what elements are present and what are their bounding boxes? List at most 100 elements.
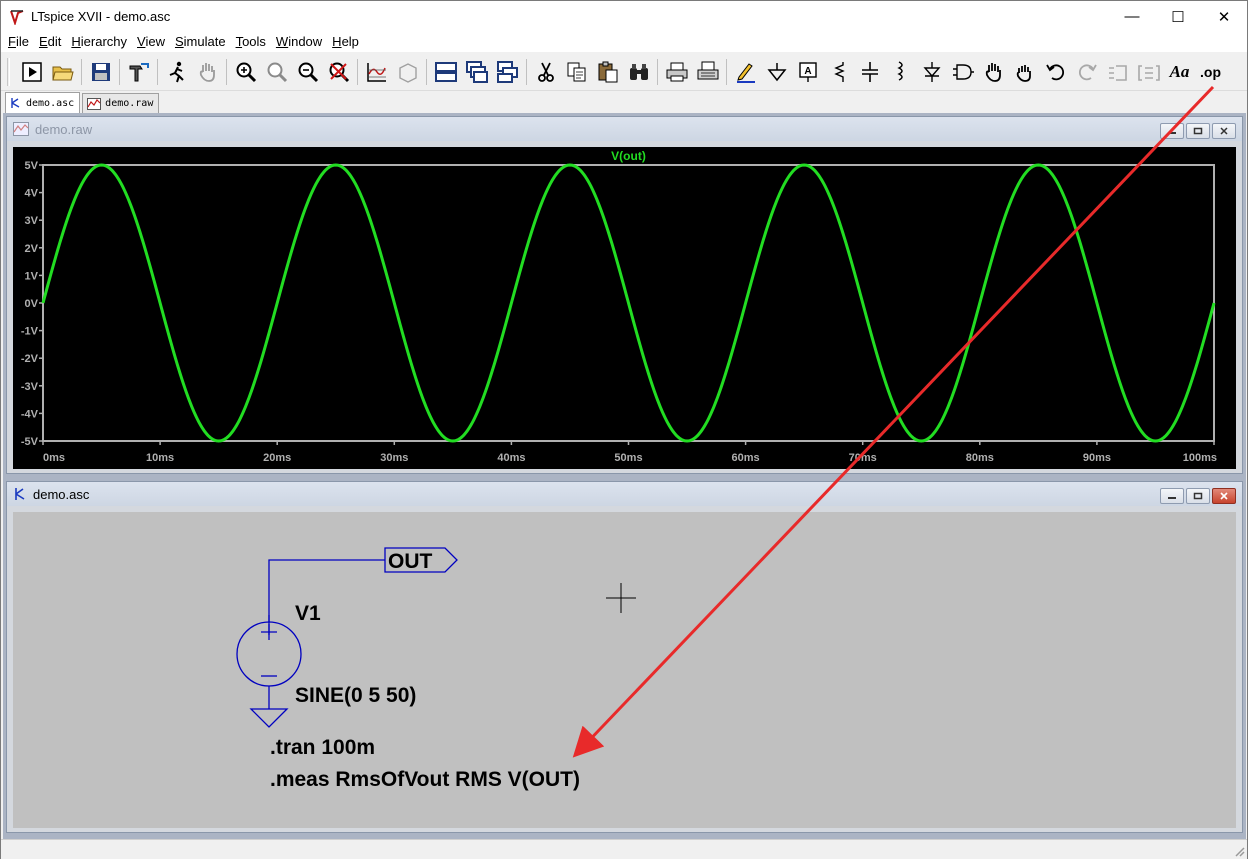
schematic-window-titlebar[interactable]: demo.asc (7, 482, 1242, 506)
ltspice-app: LTspice XVII - demo.asc — ☐ ✕ File Edit … (0, 0, 1248, 859)
toolbar-grip[interactable] (7, 57, 10, 86)
zoom-out-button[interactable] (292, 57, 323, 87)
schematic-drawing: OUT V1 SINE(0 5 50) .tran 100m .meas Rms… (236, 547, 636, 791)
toolbar: A Aa .op (1, 53, 1247, 91)
tab-demo-asc[interactable]: demo.asc (5, 92, 81, 113)
resistor-button[interactable] (823, 57, 854, 87)
x-tick-label: 30ms (380, 452, 408, 464)
zoom-out-icon (298, 62, 318, 82)
pan-button[interactable] (192, 57, 223, 87)
net-label-out[interactable]: OUT (388, 550, 433, 573)
drag-button[interactable] (1009, 57, 1040, 87)
draw-wire-button[interactable] (730, 57, 761, 87)
x-tick-label: 10ms (146, 452, 174, 464)
y-tick-label: 0V (25, 298, 39, 310)
menu-tools-rest: ools (242, 34, 266, 49)
x-tick-label: 40ms (497, 452, 525, 464)
schematic-minimize-button[interactable] (1160, 488, 1184, 504)
source-name-v1[interactable]: V1 (295, 602, 321, 625)
tab-demo-raw[interactable]: demo.raw (82, 93, 160, 113)
print-button[interactable] (692, 57, 723, 87)
waveform-icon (87, 97, 102, 110)
zoom-cancel-button[interactable] (323, 57, 354, 87)
wire[interactable] (268, 559, 385, 635)
plus-sign (261, 624, 277, 640)
tile-vertical-button[interactable] (492, 57, 523, 87)
trace-vout (41, 163, 1216, 443)
diode-button[interactable] (916, 57, 947, 87)
x-tick-label: 50ms (614, 452, 642, 464)
move-button[interactable] (978, 57, 1009, 87)
zoom-fit-button[interactable] (261, 57, 292, 87)
schematic-icon (11, 98, 20, 108)
control-panel-button[interactable] (123, 57, 154, 87)
maximize-button[interactable]: ☐ (1155, 1, 1201, 32)
toolbar-separator (726, 58, 727, 85)
text-button[interactable]: Aa (1164, 57, 1195, 87)
waveform-window-icon (13, 122, 29, 136)
menu-edit-rest: dit (47, 34, 62, 49)
paste-button[interactable] (592, 57, 623, 87)
waveform-window-titlebar[interactable]: demo.raw (7, 117, 1242, 141)
waveform-plot[interactable]: V(out) 5V 4V 3V 2V 1V 0V -1V -2V -3V -4V -5V 0ms 10ms… (13, 147, 1236, 469)
menu-simulate-rest: imulate (183, 34, 226, 49)
zoom-in-button[interactable] (230, 57, 261, 87)
run-button[interactable] (16, 57, 47, 87)
toolbar-separator (357, 58, 358, 85)
resize-grip-icon[interactable] (1233, 845, 1245, 857)
ground-symbol[interactable] (249, 708, 289, 728)
menu-window[interactable]: Window (271, 32, 327, 52)
ground-button[interactable] (761, 57, 792, 87)
hand-icon (199, 62, 215, 82)
zoom-cancel-icon (329, 62, 349, 82)
x-tick-label: 100ms (1183, 452, 1217, 464)
cursor-button[interactable] (392, 57, 423, 87)
redo-button[interactable] (1071, 57, 1102, 87)
waveform-restore-button[interactable] (1186, 123, 1210, 139)
open-button[interactable] (47, 57, 78, 87)
halt-button[interactable] (161, 57, 192, 87)
menu-help[interactable]: Help (327, 32, 364, 52)
schematic-close-button[interactable] (1212, 488, 1236, 504)
zoom-in-icon (236, 62, 256, 82)
crosshair-cursor (606, 583, 636, 613)
save-button[interactable] (85, 57, 116, 87)
copy-button[interactable] (561, 57, 592, 87)
restore-icon (1193, 492, 1203, 500)
close-button[interactable]: ✕ (1201, 1, 1247, 32)
toolbar-separator (526, 58, 527, 85)
autorange-icon (366, 62, 386, 82)
menu-edit[interactable]: Edit (34, 32, 66, 52)
waveform-minimize-button[interactable] (1160, 123, 1184, 139)
menu-simulate[interactable]: Simulate (170, 32, 231, 52)
label-net-button[interactable]: A (792, 57, 823, 87)
minimize-button[interactable]: — (1109, 1, 1155, 32)
menu-view[interactable]: View (132, 32, 170, 52)
print-setup-button[interactable] (661, 57, 692, 87)
menu-hierarchy[interactable]: Hierarchy (66, 32, 132, 52)
minimize-icon: — (1124, 8, 1140, 25)
cut-button[interactable] (530, 57, 561, 87)
undo-button[interactable] (1040, 57, 1071, 87)
find-button[interactable] (623, 57, 654, 87)
inductor-button[interactable] (885, 57, 916, 87)
spice-directive-button[interactable]: .op (1195, 57, 1226, 87)
cascade-button[interactable] (461, 57, 492, 87)
schematic-restore-button[interactable] (1186, 488, 1210, 504)
minimize-icon (1168, 497, 1176, 499)
tile-horizontal-button[interactable] (430, 57, 461, 87)
menu-file[interactable]: File (3, 32, 34, 52)
meas-directive[interactable]: .meas RmsOfVout RMS V(OUT) (270, 768, 580, 791)
source-value[interactable]: SINE(0 5 50) (295, 684, 416, 707)
window-title: LTspice XVII - demo.asc (31, 9, 171, 24)
autorange-button[interactable] (361, 57, 392, 87)
mirror-button[interactable] (1133, 57, 1164, 87)
waveform-close-button[interactable] (1212, 123, 1236, 139)
toolbar-separator (119, 58, 120, 85)
schematic-canvas[interactable]: OUT V1 SINE(0 5 50) .tran 100m .meas Rms… (13, 512, 1236, 828)
rotate-button[interactable] (1102, 57, 1133, 87)
capacitor-button[interactable] (854, 57, 885, 87)
component-button[interactable] (947, 57, 978, 87)
tran-directive[interactable]: .tran 100m (270, 736, 375, 759)
menu-tools[interactable]: Tools (231, 32, 271, 52)
